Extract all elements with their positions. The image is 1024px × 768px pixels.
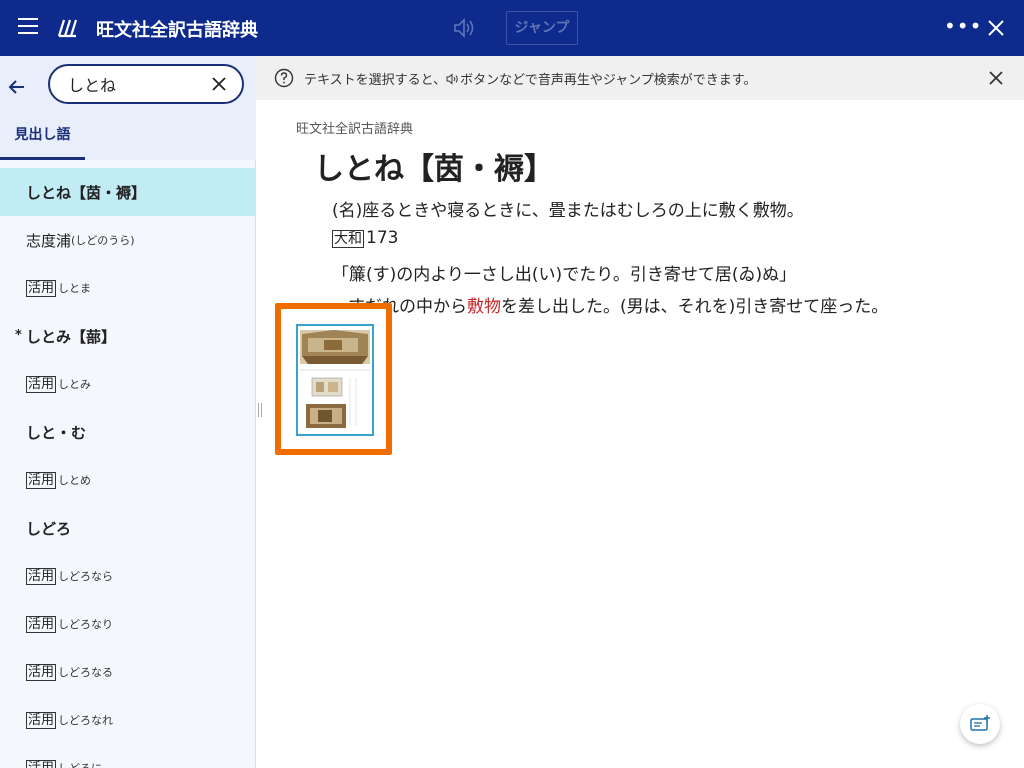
list-item-reading: しどろなる (58, 666, 114, 679)
speaker-icon[interactable] (452, 16, 478, 40)
title-bar: 旺文社全訳古語辞典 ジャンプ ••• (0, 0, 1024, 56)
conjugation-badge: 活用 (26, 279, 57, 297)
list-item[interactable]: 活用 しどろなり (0, 600, 256, 648)
list-item-reading: しどろに (58, 760, 102, 768)
list-item[interactable]: * しとみ【蔀】 (0, 312, 256, 360)
entry-quote: 「簾(す)の内より一さし出(い)でたり。引き寄せて居(ゐ)ぬ」 (332, 265, 797, 285)
tab-headwords[interactable]: 見出し語 (0, 118, 85, 160)
list-item[interactable]: 活用 しどろなれ (0, 696, 256, 744)
search-input[interactable] (68, 74, 198, 94)
conjugation-badge: 活用 (26, 663, 57, 681)
add-note-button[interactable] (960, 704, 1000, 744)
sidebar: 見出し語 しとね【茵・褥】志度浦(しどのうら)活用しとま*しとみ【蔀】活用しとみ… (0, 56, 256, 768)
conjugation-badge: 活用 (26, 759, 57, 768)
conjugation-badge: 活用 (26, 615, 57, 633)
list-item[interactable]: しとね【茵・褥】 (0, 168, 256, 216)
list-item-label: しとみ【蔀】 (26, 327, 117, 346)
clear-search-icon[interactable] (210, 75, 228, 93)
back-arrow-icon[interactable] (6, 76, 28, 98)
entry-content: 旺文社全訳古語辞典 しとね【茵・褥】 (名)座るときや寝るときに、畳またはむしろ… (256, 100, 1024, 768)
translation-after: を差し出した。(男は、それを)引き寄せて座った。 (501, 297, 889, 317)
list-item[interactable]: 活用しどろに (0, 744, 256, 768)
close-notice-icon[interactable] (988, 70, 1004, 86)
dictionary-name: 旺文社全訳古語辞典 (296, 122, 414, 137)
reference-tag: 大和 (332, 230, 364, 248)
conjugation-badge: 活用 (26, 711, 57, 729)
list-item-label: 志度浦 (26, 231, 72, 250)
list-item-label: しとね【茵・褥】 (26, 183, 147, 202)
list-item-reading: しとま (58, 282, 92, 295)
entry-translation: 訳すだれの中から敷物を差し出した。(男は、それを)引き寄せて座った。 (332, 292, 888, 317)
notice-text-before: テキストを選択すると、 (304, 73, 447, 88)
list-item-reading: (しどのうら) (71, 234, 135, 247)
list-item-reading: しどろなり (58, 618, 114, 631)
building-illustration (300, 330, 370, 428)
list-item[interactable]: 活用 しとみ (0, 360, 256, 408)
search-row: 見出し語 (0, 56, 256, 160)
notice-bar: テキストを選択すると、 ボタンなどで音声再生やジャンプ検索ができます。 (256, 56, 1024, 100)
conjugation-badge: 活用 (26, 375, 57, 393)
list-item[interactable]: 活用 しとめ (0, 456, 256, 504)
list-item[interactable]: 活用 しとま (0, 264, 256, 312)
menu-icon[interactable] (18, 18, 38, 38)
list-item[interactable]: 志度浦 (しどのうら) (0, 216, 256, 264)
list-item[interactable]: 活用 しどろなる (0, 648, 256, 696)
speaker-small-icon (446, 73, 458, 85)
illustration-image (296, 324, 374, 436)
note-add-icon (970, 715, 990, 731)
illustration-thumbnail[interactable] (275, 303, 392, 455)
more-options-icon[interactable]: ••• (944, 16, 981, 40)
entry-reference: 大和 173 (332, 228, 398, 248)
list-item-label: しどろ (26, 519, 72, 538)
list-item-reading: しとめ (58, 474, 92, 487)
app-title: 旺文社全訳古語辞典 (96, 20, 258, 41)
list-item-label: しと・む (26, 423, 87, 442)
jump-button[interactable]: ジャンプ (506, 11, 578, 45)
asterisk-marker: * (15, 328, 22, 343)
conjugation-badge: 活用 (26, 567, 57, 585)
notice-text-after: ボタンなどで音声再生やジャンプ検索ができます。 (460, 73, 757, 88)
conjugation-badge: 活用 (26, 471, 57, 489)
reference-number: 173 (366, 228, 399, 248)
list-item[interactable]: 活用 しどろなら (0, 552, 256, 600)
list-item-reading: しとみ (58, 378, 92, 391)
app-logo-icon (57, 19, 78, 38)
close-icon[interactable] (984, 16, 1008, 40)
notice-message: テキストを選択すると、 ボタンなどで音声再生やジャンプ検索ができます。 (304, 69, 757, 88)
search-box[interactable] (48, 64, 244, 104)
entry-headword: しとね【茵・褥】 (314, 152, 554, 187)
entry-definition: (名)座るときや寝るときに、畳またはむしろの上に敷く敷物。 (332, 201, 804, 221)
list-item[interactable]: しと・む (0, 408, 256, 456)
list-item-reading: しどろなら (58, 570, 114, 583)
translation-highlight[interactable]: 敷物 (467, 297, 501, 317)
headword-list: しとね【茵・褥】 志度浦 (しどのうら) 活用 しとま * しとみ【蔀】 活用 しとみ しと・む活… (0, 168, 256, 768)
list-item[interactable]: しどろ (0, 504, 256, 552)
list-item-reading: しどろなれ (58, 714, 114, 727)
help-circle-icon (274, 68, 294, 88)
